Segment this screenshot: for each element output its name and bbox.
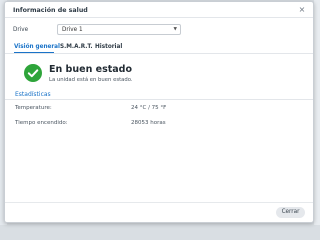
chevron-down-icon: ▼ [173,27,177,32]
tab-smart[interactable]: S.M.A.R.T. [60,44,93,50]
drive-select-value: Drive 1 [62,27,83,33]
header-divider [5,17,313,18]
footer-divider [5,202,313,203]
drive-label: Drive [13,27,29,33]
tab-overview[interactable]: Visión general [14,44,60,50]
check-circle-icon [24,64,42,82]
tabs-divider [5,53,313,54]
temperature-value: 24 °C / 75 °F [131,105,167,111]
close-button[interactable]: Cerrar [276,207,305,218]
status-subtitle: La unidad está en buen estado. [49,77,133,83]
close-icon[interactable]: × [297,5,307,15]
drive-select[interactable]: Drive 1 ▼ [57,24,181,35]
uptime-value: 28053 horas [131,120,166,126]
tab-history[interactable]: Historial [95,44,122,50]
temperature-label: Temperature: [15,105,52,111]
background-window-right-edge [314,0,320,225]
health-info-dialog: Información de salud × Drive Drive 1 ▼ V… [4,1,314,223]
section-divider [5,99,313,100]
dialog-title: Información de salud [13,7,88,14]
status-title: En buen estado [49,64,133,75]
uptime-label: Tiempo encendido: [15,120,68,126]
statistics-link[interactable]: Estadísticas [15,91,51,98]
